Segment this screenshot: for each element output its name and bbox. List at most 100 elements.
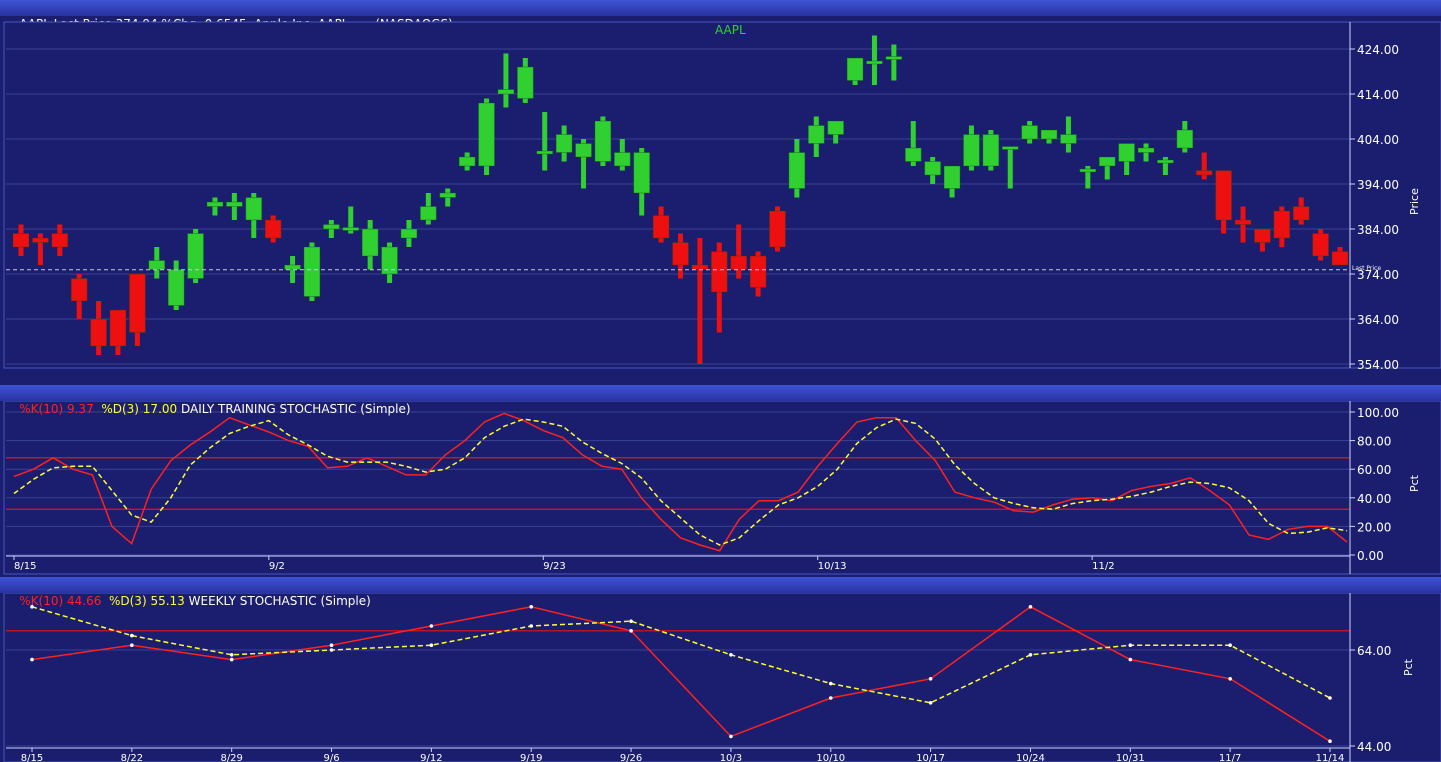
up-candle	[788, 152, 806, 189]
daily-x-tick-label: 9/2	[269, 561, 285, 572]
weekly-stochastic-header: %K(10) 44.66 %D(3) 55.13 WEEKLY STOCHAST…	[0, 577, 1441, 608]
weekly-data-point	[329, 643, 334, 647]
daily-x-tick-label: 8/15	[14, 561, 36, 572]
weekly-d-label: %D(3) 55.13	[108, 594, 185, 608]
weekly-data-point	[729, 734, 733, 739]
weekly-k-label: %K(10) 44.66	[19, 594, 102, 608]
up-candle	[1040, 129, 1058, 140]
down-candle	[1312, 233, 1330, 257]
weekly-data-point	[130, 643, 134, 647]
weekly-data-point	[1128, 657, 1133, 662]
weekly-x-tick-label: 9/6	[323, 753, 339, 762]
up-candle	[167, 269, 185, 306]
weekly-x-tick-label: 10/24	[1016, 753, 1045, 762]
price-tick-label: 404.00	[1357, 133, 1399, 147]
weekly-x-tick-label: 10/10	[816, 753, 845, 762]
price-tick-label: 414.00	[1357, 88, 1399, 102]
weekly-data-point	[1328, 696, 1332, 700]
up-candle	[555, 134, 573, 153]
up-candle	[516, 66, 534, 99]
up-candle	[206, 201, 224, 207]
up-candle	[1021, 125, 1039, 140]
weekly-data-point	[1128, 643, 1133, 647]
weekly-x-tick-label: 11/14	[1316, 753, 1345, 762]
weekly-data-point	[1228, 677, 1232, 681]
daily-tick-label: 0.00	[1357, 549, 1384, 563]
daily-tick-label: 100.00	[1357, 406, 1399, 420]
daily-x-tick-label: 9/23	[543, 561, 565, 572]
up-candle	[284, 264, 302, 270]
daily-x-tick-label: 11/2	[1092, 561, 1114, 572]
weekly-x-tick-label: 10/3	[720, 753, 742, 762]
down-candle	[691, 264, 709, 270]
up-candle	[846, 57, 864, 81]
price-chart-title: AAPL	[715, 23, 746, 37]
up-candle	[497, 89, 515, 95]
daily-k-label: %K(10) 9.37	[19, 402, 94, 416]
up-candle	[633, 152, 651, 194]
daily-tick-label: 40.00	[1357, 492, 1391, 506]
daily-axis-label: Pct	[1408, 474, 1421, 492]
weekly-data-point	[229, 653, 234, 657]
weekly-data-point	[229, 657, 234, 662]
down-candle	[672, 242, 689, 266]
last-price-tag: Last Price	[1352, 265, 1381, 272]
up-candle	[1118, 143, 1136, 162]
price-tick-label: 364.00	[1357, 313, 1399, 327]
daily-stochastic-header: %K(10) 9.37 %D(3) 17.00 DAILY TRAINING S…	[0, 385, 1441, 416]
up-candle	[361, 228, 379, 257]
up-candle	[322, 224, 340, 230]
up-candle	[381, 246, 399, 275]
weekly-data-point	[629, 629, 633, 633]
up-candle	[148, 260, 166, 270]
down-candle	[652, 215, 670, 239]
down-candle	[1195, 170, 1213, 176]
weekly-data-point	[828, 696, 833, 700]
up-candle	[613, 152, 631, 167]
weekly-x-tick-label: 10/31	[1116, 753, 1145, 762]
up-candle	[303, 246, 321, 297]
down-candle	[730, 255, 748, 270]
weekly-data-point	[729, 653, 733, 657]
weekly-x-tick-label: 8/15	[21, 753, 43, 762]
up-candle	[1156, 159, 1174, 164]
weekly-axis-label: Pct	[1402, 658, 1415, 676]
up-candle	[187, 233, 205, 279]
down-candle	[51, 233, 69, 248]
weekly-tick-label: 64.00	[1357, 644, 1391, 658]
weekly-x-tick-label: 9/19	[520, 753, 542, 762]
price-tick-label: 384.00	[1357, 223, 1399, 237]
price-tick-label: 394.00	[1357, 178, 1399, 192]
up-candle	[962, 134, 980, 167]
weekly-x-tick-label: 9/12	[420, 753, 442, 762]
chart-window: AAPL.Last Price 374.94 %Chg -0.6545 Appl…	[0, 0, 1441, 762]
weekly-data-point	[828, 681, 833, 686]
up-candle	[904, 147, 922, 162]
weekly-x-tick-label: 8/22	[121, 753, 143, 762]
weekly-x-tick-label: 8/29	[220, 753, 242, 762]
weekly-stochastic-title: WEEKLY STOCHASTIC (Simple)	[188, 594, 371, 608]
weekly-data-point	[1028, 653, 1033, 657]
weekly-data-point	[429, 624, 434, 628]
down-candle	[710, 251, 728, 293]
weekly-data-point	[928, 701, 933, 705]
weekly-data-point	[429, 643, 434, 647]
weekly-x-tick-label: 11/7	[1219, 753, 1241, 762]
weekly-data-point	[329, 648, 334, 652]
up-candle	[1176, 129, 1194, 149]
weekly-x-tick-label: 10/17	[916, 753, 945, 762]
up-candle	[924, 161, 942, 176]
chart-svg[interactable]: 424.00414.00404.00394.00384.00374.00364.…	[0, 0, 1441, 762]
weekly-data-point	[629, 619, 633, 623]
down-candle	[1253, 228, 1271, 243]
weekly-data-point	[529, 624, 534, 628]
up-candle	[458, 156, 476, 167]
down-candle	[1273, 210, 1291, 239]
up-candle	[943, 165, 961, 189]
up-candle	[885, 56, 903, 60]
daily-tick-label: 80.00	[1357, 435, 1391, 449]
down-candle	[1331, 251, 1349, 266]
up-candle	[1098, 156, 1116, 167]
up-candle	[865, 60, 883, 65]
down-candle	[1215, 170, 1233, 221]
